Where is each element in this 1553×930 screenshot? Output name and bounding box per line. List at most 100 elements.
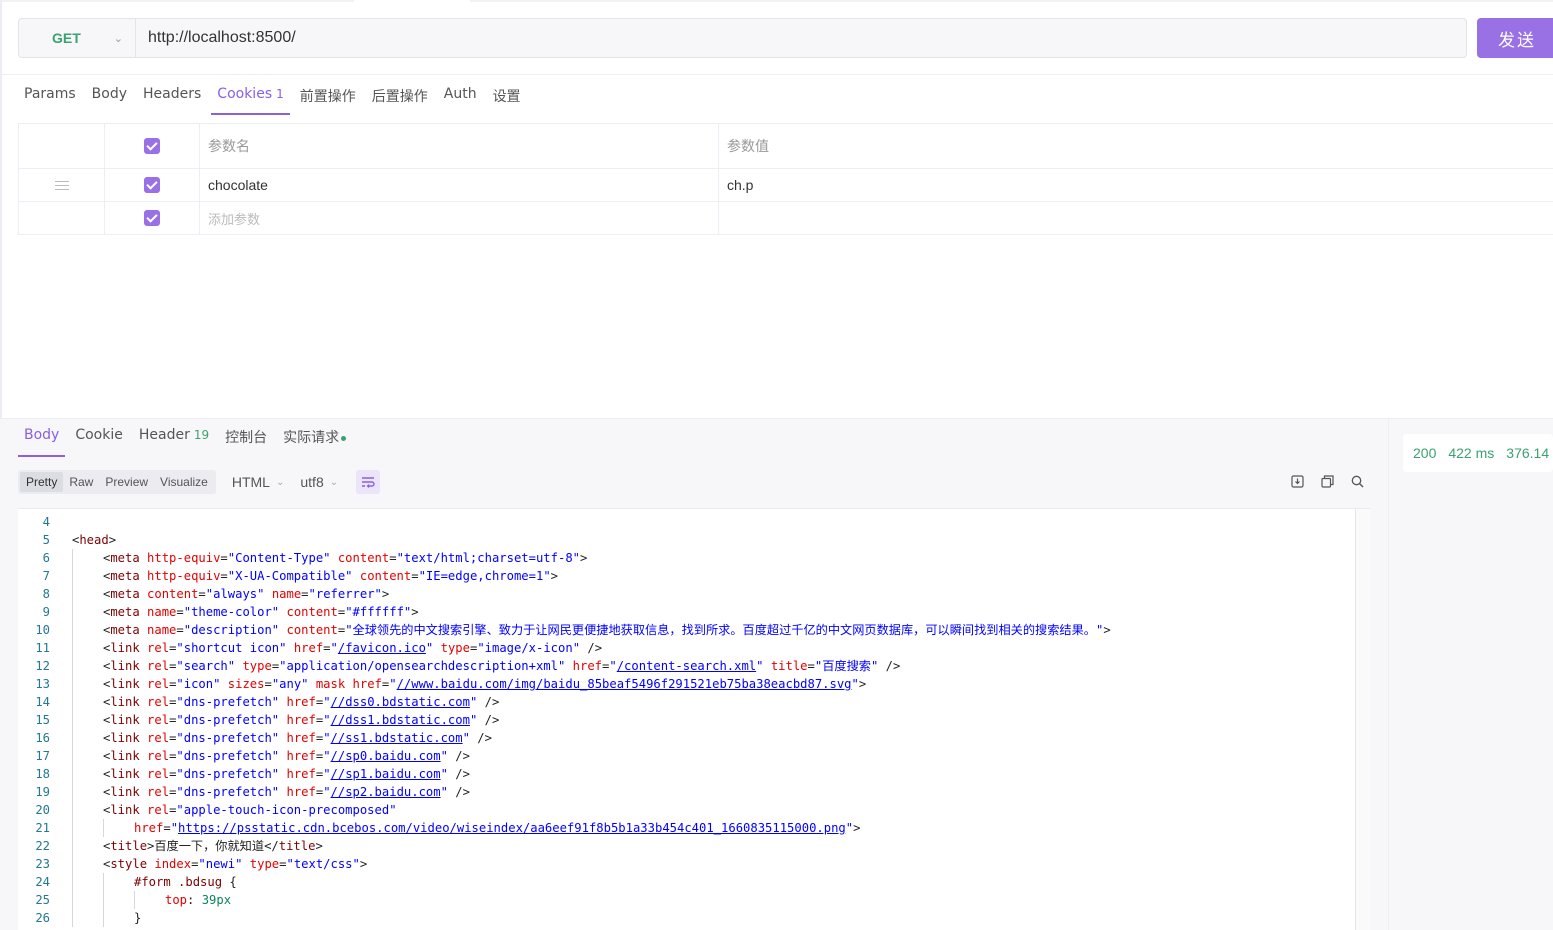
download-button[interactable] (1290, 474, 1304, 488)
line-number: 25 (35, 893, 50, 907)
column-header-value: 参数值 (727, 138, 769, 154)
line-number: 13 (35, 677, 50, 691)
response-tools (1290, 474, 1364, 488)
format-raw-button[interactable]: Raw (63, 472, 99, 492)
indent-guide (72, 909, 73, 927)
wrap-text-icon (362, 477, 375, 488)
response-tab-1[interactable]: Cookie (69, 421, 129, 457)
line-number: 22 (35, 839, 50, 853)
line-number: 26 (35, 911, 50, 925)
response-tab-3[interactable]: 控制台 (219, 421, 273, 457)
request-tab-3[interactable]: Cookies 1 (211, 80, 290, 115)
row-checkbox[interactable] (144, 210, 160, 226)
code-line: 26} (18, 909, 1355, 927)
code-text: top: 39px (165, 893, 232, 907)
code-line: 14 <link rel="dns-prefetch" href="//dss0.… (18, 693, 1355, 711)
url-input[interactable] (136, 19, 1466, 57)
request-tab-2[interactable]: Headers (137, 80, 207, 115)
top-border (0, 0, 1553, 2)
code-line: 8 <meta content="always" name="referrer"> (18, 585, 1355, 603)
response-time: 422 ms (1448, 445, 1495, 461)
encoding-select[interactable]: utf8 ⌄ (300, 474, 338, 490)
response-tab-4[interactable]: 实际请求 (277, 421, 352, 457)
line-number: 4 (42, 515, 50, 529)
request-tab-5[interactable]: 后置操作 (366, 80, 434, 115)
code-text: <meta name="description" content="全球领先的中… (103, 623, 1111, 637)
code-line: 15 <link rel="dns-prefetch" href="//dss1.… (18, 711, 1355, 729)
select-all-checkbox[interactable] (144, 138, 160, 154)
param-value-cell[interactable] (719, 202, 1553, 234)
status-dot-icon (341, 435, 347, 441)
line-number: 7 (42, 569, 50, 583)
tab-label: 实际请求 (283, 430, 340, 446)
indent-guide (72, 801, 73, 819)
code-line: 5 <head> (18, 531, 1355, 549)
wrap-text-button[interactable] (356, 470, 381, 494)
format-visualize-button[interactable]: Visualize (154, 472, 214, 492)
format-pretty-button[interactable]: Pretty (20, 472, 64, 492)
code-scrollbar[interactable] (1355, 509, 1370, 930)
code-line: 7 <meta http-equiv="X-UA-Compatible" cont… (18, 567, 1355, 585)
request-tab-7[interactable]: 设置 (487, 80, 527, 115)
response-tab-0[interactable]: Body (18, 421, 66, 457)
param-value-cell[interactable]: ch.p (719, 169, 1553, 201)
request-tab-6[interactable]: Auth (438, 80, 483, 115)
line-number: 16 (35, 731, 50, 745)
code-text: <link rel="dns-prefetch" href="//dss1.bd… (103, 713, 500, 727)
format-preview-button[interactable]: Preview (99, 472, 154, 492)
line-number: 20 (35, 803, 50, 817)
line-number: 15 (35, 713, 50, 727)
drag-handle-icon[interactable] (54, 180, 69, 190)
code-line: 12 <link rel="search" type="application/o… (18, 657, 1355, 675)
request-tab-0[interactable]: Params (18, 80, 82, 115)
line-number: 8 (42, 587, 50, 601)
indent-guide (72, 747, 73, 765)
language-select[interactable]: HTML ⌄ (232, 474, 285, 490)
copy-button[interactable] (1320, 474, 1334, 488)
code-line: 4 (18, 513, 1355, 531)
indent-guide (103, 909, 104, 927)
code-line: 25 top: 39px (18, 891, 1355, 909)
row-checkbox[interactable] (144, 177, 160, 193)
indent-guide (72, 639, 73, 657)
indent-guide (72, 549, 73, 567)
response-code-viewer[interactable]: 4 5 <head> 6 <meta http-equiv="Content-Type"… (18, 508, 1370, 930)
response-size: 376.14 (1506, 445, 1550, 461)
param-name-cell[interactable]: chocolate (200, 169, 719, 201)
code-line: 11 <link rel="shortcut icon" href="/favic… (18, 639, 1355, 657)
request-tabs: Params Body Headers Cookies 1 前置操作 后置操作 Auth 设置 (18, 80, 531, 115)
cookie-params-table: 参数名 参数值 chocolate ch.p 添加参数 (18, 123, 1553, 235)
tab-label: Auth (443, 86, 477, 102)
indent-guide (72, 603, 73, 621)
tab-label: Headers (143, 86, 202, 102)
code-text: <meta http-equiv="Content-Type" content=… (103, 551, 588, 565)
line-number: 6 (42, 551, 50, 565)
send-button[interactable]: 发送 (1477, 18, 1553, 58)
indent-guide (72, 819, 73, 837)
method-select[interactable]: GET ⌄ (19, 19, 136, 57)
code-text: <link rel="dns-prefetch" href="//ss1.bds… (103, 731, 492, 745)
indent-guide (72, 837, 73, 855)
indent-guide (72, 567, 73, 585)
tab-label: 前置操作 (299, 89, 356, 105)
tab-count-badge: 19 (193, 428, 210, 442)
search-button[interactable] (1350, 474, 1364, 488)
response-tab-2[interactable]: Header 19 (133, 421, 215, 457)
code-text: <link rel="apple-touch-icon-precomposed" (103, 803, 397, 817)
chevron-down-icon: ⌄ (329, 476, 339, 488)
code-line: 6 <meta http-equiv="Content-Type" content… (18, 549, 1355, 567)
code-line: 21 href="https://psstatic.cdn.bcebos.com/… (18, 819, 1355, 837)
table-row-add: 添加参数 (19, 202, 1553, 234)
chevron-down-icon: ⌄ (113, 32, 123, 45)
line-number: 12 (35, 659, 50, 673)
copy-icon (1320, 474, 1334, 488)
indent-guide (103, 819, 104, 837)
request-tab-4[interactable]: 前置操作 (294, 80, 362, 115)
divider (0, 74, 1553, 75)
code-text: <link rel="dns-prefetch" href="//sp1.bai… (103, 767, 470, 781)
tab-label: Cookie (75, 427, 123, 443)
add-param-placeholder: 添加参数 (208, 211, 261, 227)
code-text: href="https://psstatic.cdn.bcebos.com/vi… (134, 821, 861, 835)
request-tab-1[interactable]: Body (86, 80, 133, 115)
tab-count-badge: 1 (276, 87, 284, 101)
